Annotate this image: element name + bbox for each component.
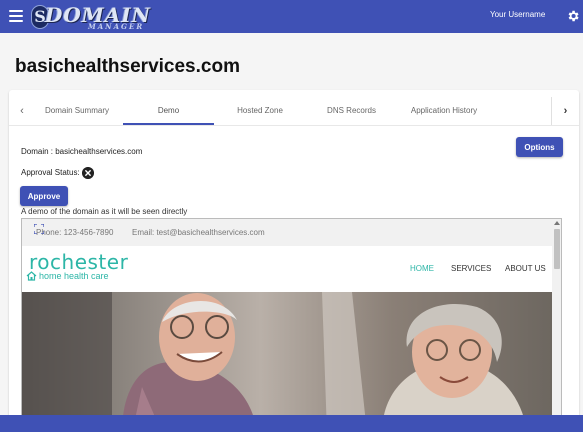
tab-dns-records[interactable]: DNS Records: [306, 97, 397, 125]
gear-icon[interactable]: [566, 9, 580, 23]
scroll-up-icon[interactable]: [554, 221, 560, 225]
tab-application-history[interactable]: Application History: [397, 97, 491, 125]
demo-caption: A demo of the domain as it will be seen …: [21, 207, 188, 216]
focus-frame-icon: [34, 224, 44, 234]
x-circle-icon: [82, 167, 94, 179]
preview-nav-home[interactable]: HOME: [410, 264, 434, 273]
house-icon: [26, 271, 37, 281]
approve-button[interactable]: Approve: [20, 186, 68, 206]
chevron-right-icon[interactable]: ›: [551, 97, 579, 125]
bottom-bar: [0, 415, 583, 432]
hamburger-menu-icon[interactable]: [9, 10, 23, 22]
preview-logo-subtitle: home health care: [39, 271, 109, 281]
logo-subtitle: MANAGER: [88, 22, 145, 31]
scrollbar-thumb[interactable]: [554, 229, 560, 269]
preview-nav-services[interactable]: SERVICES: [451, 264, 491, 273]
tab-bar: ‹ Domain Summary Demo Hosted Zone DNS Re…: [9, 97, 579, 125]
top-app-bar: S DOMAIN MANAGER Your Username: [0, 0, 583, 33]
approval-status-label: Approval Status:: [21, 168, 80, 177]
domain-name-line: Domain : basichealthservices.com: [21, 147, 143, 156]
website-demo-preview[interactable]: Phone: 123-456-7890 Email: test@basichea…: [21, 218, 562, 432]
preview-nav-about-us[interactable]: ABOUT US: [505, 264, 546, 273]
tab-hosted-zone[interactable]: Hosted Zone: [214, 97, 306, 125]
preview-scrollbar[interactable]: [552, 219, 561, 431]
preview-hero-image: [22, 292, 552, 431]
preview-email: Email: test@basichealthservices.com: [132, 228, 265, 237]
preview-contact-bar: Phone: 123-456-7890 Email: test@basichea…: [22, 219, 552, 246]
chevron-left-icon[interactable]: ‹: [13, 97, 31, 125]
tab-domain-summary[interactable]: Domain Summary: [31, 97, 123, 125]
tab-demo[interactable]: Demo: [123, 97, 214, 125]
page-title: basichealthservices.com: [15, 56, 240, 77]
domain-manager-logo: S DOMAIN MANAGER: [31, 2, 155, 32]
tab-divider: [9, 125, 579, 126]
username-menu[interactable]: Your Username: [490, 10, 545, 19]
options-button[interactable]: Options: [516, 137, 563, 157]
preview-phone: Phone: 123-456-7890: [36, 228, 114, 237]
